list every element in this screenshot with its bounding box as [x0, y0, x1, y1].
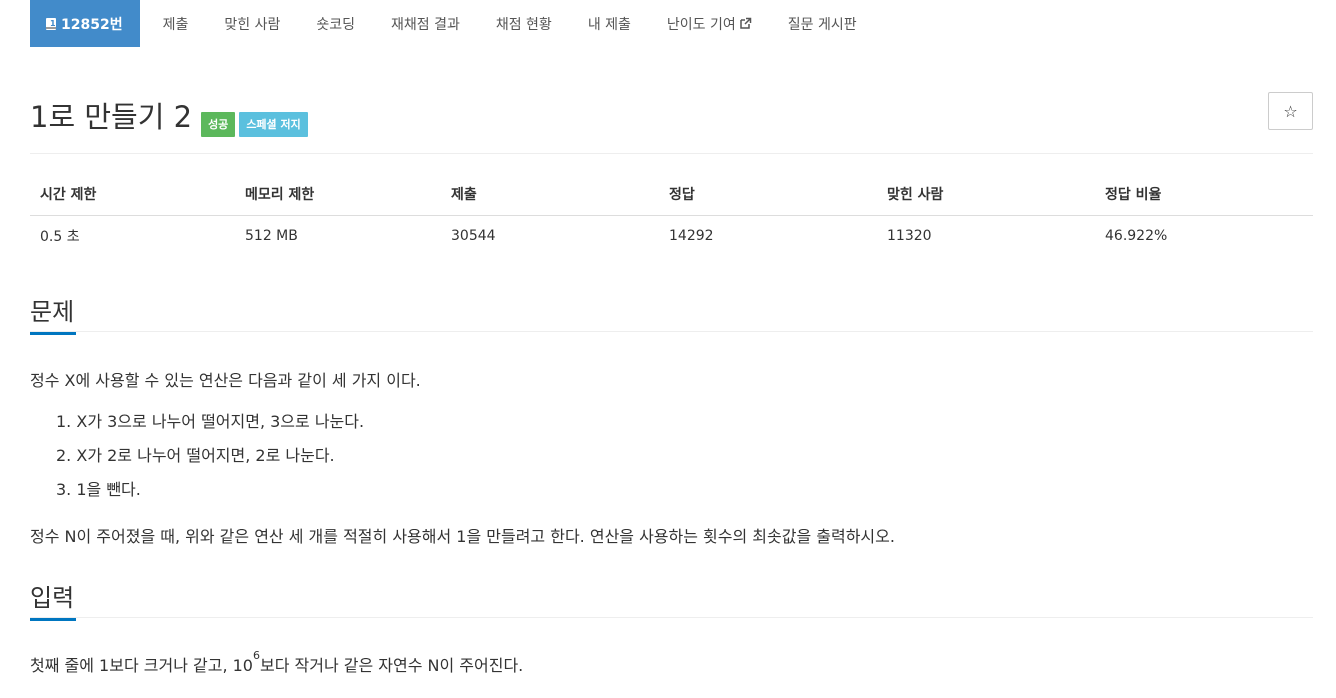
input-text-after: 보다 작거나 같은 자연수 N이 주어진다. — [259, 656, 524, 675]
accept-ratio-value: 46.922% — [1105, 227, 1168, 244]
solved-users-value: 11320 — [887, 227, 932, 244]
problem-section-divider — [30, 331, 1313, 332]
nav-short-coding[interactable]: 숏코딩 — [298, 0, 373, 47]
nav-my-submissions[interactable]: 내 제출 — [570, 0, 649, 47]
operation-list: 1. X가 3으로 나누어 떨어지면, 3으로 나눈다. 2. X가 2로 나누… — [56, 410, 364, 512]
problem-outro: 정수 N이 주어졌을 때, 위와 같은 연산 세 개를 적절히 사용해서 1을 … — [30, 527, 895, 546]
table-row: 0.5 초 512 MB 30544 14292 11320 46.922% — [30, 215, 1313, 256]
col-submissions: 제출 — [441, 174, 659, 216]
nav-status[interactable]: 채점 현황 — [478, 0, 570, 47]
input-text-before: 첫째 줄에 1보다 크거나 같고, 10 — [30, 656, 253, 675]
star-icon: ☆ — [1283, 101, 1298, 121]
submissions-value: 30544 — [451, 227, 496, 244]
input-section-divider — [30, 617, 1313, 618]
list-item: 2. X가 2로 나누어 떨어지면, 2로 나눈다. — [56, 446, 335, 465]
problem-title: 1로 만들기 2 — [30, 100, 193, 134]
title-divider — [30, 153, 1313, 154]
col-time-limit: 시간 제한 — [30, 174, 235, 216]
nav-status-label: 채점 현황 — [495, 16, 552, 33]
nav-rejudge-results[interactable]: 재채점 결과 — [373, 0, 478, 47]
nav-solved-users[interactable]: 맞힌 사람 — [206, 0, 298, 47]
nav-short-coding-label: 숏코딩 — [316, 16, 355, 33]
table-header-row: 시간 제한 메모리 제한 제출 정답 맞힌 사람 정답 비율 — [30, 174, 1313, 216]
nav-qna-board[interactable]: 질문 게시판 — [770, 0, 875, 47]
problem-heading-text: 문제 — [30, 298, 75, 326]
problem-info-table: 시간 제한 메모리 제한 제출 정답 맞힌 사람 정답 비율 0.5 초 512… — [30, 174, 1313, 256]
problem-book-icon: 1 — [45, 17, 57, 31]
accepted-value: 14292 — [669, 227, 714, 244]
nav-problem-id-label: 12852번 — [61, 16, 123, 33]
col-accepted: 정답 — [659, 174, 877, 216]
input-exponent: 6 — [252, 649, 260, 662]
nav-qna-board-label: 질문 게시판 — [787, 16, 857, 33]
success-badge: 성공 — [201, 112, 236, 137]
heading-underline — [30, 618, 76, 621]
nav-problem-id[interactable]: 1 12852번 — [30, 0, 140, 47]
col-memory-limit: 메모리 제한 — [235, 174, 441, 216]
input-heading-text: 입력 — [30, 584, 75, 612]
memory-limit-value: 512 MB — [245, 227, 298, 244]
nav-rejudge-results-label: 재채점 결과 — [390, 16, 460, 33]
nav-solved-users-label: 맞힌 사람 — [224, 16, 281, 33]
problem-nav: 1 12852번 제출 맞힌 사람 숏코딩 재채점 결과 채점 현황 내 제출 … — [30, 0, 875, 47]
heading-underline — [30, 332, 76, 335]
nav-difficulty-contribution-label: 난이도 기여 — [666, 16, 736, 33]
input-section-heading: 입력 — [30, 578, 76, 621]
problem-section-heading: 문제 — [30, 292, 76, 335]
input-description: 첫째 줄에 1보다 크거나 같고, 106보다 작거나 같은 자연수 N이 주어… — [30, 649, 524, 676]
problem-intro: 정수 X에 사용할 수 있는 연산은 다음과 같이 세 가지 이다. — [30, 371, 421, 390]
time-limit-value: 0.5 초 — [40, 228, 80, 245]
nav-my-submissions-label: 내 제출 — [587, 16, 631, 33]
external-link-icon — [739, 17, 752, 30]
nav-submit[interactable]: 제출 — [145, 0, 207, 47]
col-solved-users: 맞힌 사람 — [877, 174, 1095, 216]
nav-submit-label: 제출 — [162, 16, 189, 33]
favorite-star-button[interactable]: ☆ — [1268, 92, 1313, 130]
list-item: 1. X가 3으로 나누어 떨어지면, 3으로 나눈다. — [56, 412, 365, 431]
svg-text:1: 1 — [50, 19, 56, 28]
special-judge-badge: 스페셜 저지 — [239, 112, 308, 137]
list-item: 3. 1을 뺀다. — [56, 480, 141, 499]
problem-title-row: 1로 만들기 2 성공 스페셜 저지 — [30, 94, 308, 137]
col-accept-ratio: 정답 비율 — [1095, 174, 1313, 216]
nav-difficulty-contribution[interactable]: 난이도 기여 — [649, 0, 770, 47]
